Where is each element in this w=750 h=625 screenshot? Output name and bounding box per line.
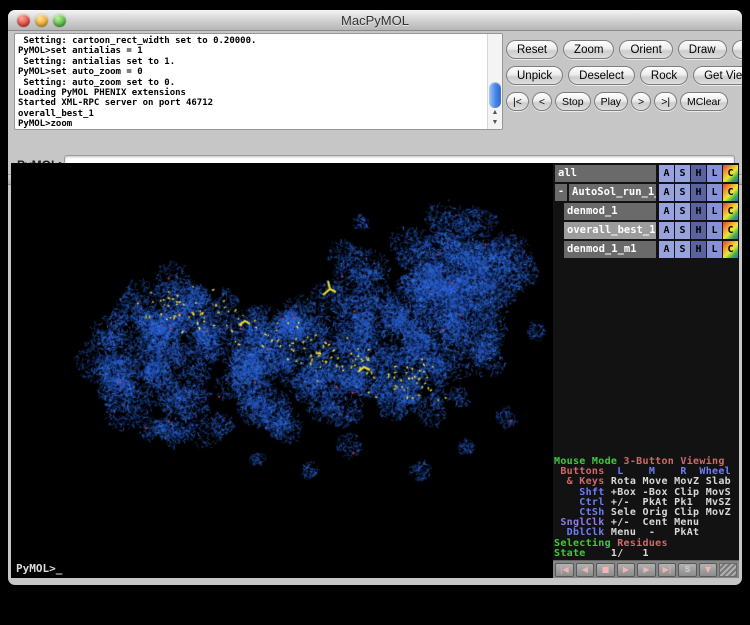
console-line: Started XML-RPC server on port 46712	[18, 98, 487, 108]
deselect-button[interactable]: Deselect	[568, 66, 635, 85]
rock-button[interactable]: Rock	[640, 66, 688, 85]
action-a-button[interactable]: A	[659, 184, 674, 201]
object-row-denmod_1_m1: denmod_1_m1ASHLC	[553, 240, 739, 258]
action-l-button[interactable]: L	[707, 165, 722, 182]
orient-button[interactable]: Orient	[619, 40, 672, 59]
title-bar[interactable]: MacPyMOL	[8, 10, 742, 31]
object-list: allASHLC-AutoSol_run_1_ASHLCdenmod_1ASHL…	[553, 164, 739, 259]
action-h-button[interactable]: H	[691, 165, 706, 182]
action-a-button[interactable]: A	[659, 165, 674, 182]
action-s-button[interactable]: S	[675, 222, 690, 239]
draw-button[interactable]: Draw	[678, 40, 727, 59]
object-name[interactable]: AutoSol_run_1_	[569, 184, 656, 201]
mouse-panel-text: State	[554, 548, 592, 559]
molecule-viewport[interactable]: PyMOL>_	[11, 163, 553, 578]
action-h-button[interactable]: H	[691, 184, 706, 201]
console-line: Setting: cartoon_rect_width set to 0.200…	[18, 36, 487, 46]
action-h-button[interactable]: H	[691, 203, 706, 220]
mouse-panel-text: 1/ 1	[592, 548, 649, 559]
macpymol-window: MacPyMOL Setting: cartoon_rect_width set…	[8, 10, 742, 585]
action-c-button[interactable]: C	[723, 222, 738, 239]
scrollbar-thumb[interactable]	[489, 82, 501, 108]
action-l-button[interactable]: L	[707, 222, 722, 239]
go-to-start-button[interactable]: |◀	[555, 563, 574, 577]
console-line: PyMOL>zoom	[18, 119, 487, 129]
action-h-button[interactable]: H	[691, 222, 706, 239]
console-line: Setting: auto_zoom set to 0.	[18, 78, 487, 88]
toolbar: ResetZoomOrientDrawRay UnpickDeselectRoc…	[506, 32, 738, 152]
unpick-button[interactable]: Unpick	[506, 66, 563, 85]
forward-button[interactable]: >	[631, 92, 651, 111]
console-output: Setting: cartoon_rect_width set to 0.200…	[14, 33, 503, 130]
object-row-overall_best_1: overall_best_1ASHLC	[553, 221, 739, 239]
screen: MacPyMOL Setting: cartoon_rect_width set…	[0, 0, 750, 625]
go-to-end-button[interactable]: ▶|	[658, 563, 677, 577]
console-line: Setting: antialias set to 1.	[18, 57, 487, 67]
action-l-button[interactable]: L	[707, 203, 722, 220]
mclear-button[interactable]: MClear	[680, 92, 728, 111]
action-a-button[interactable]: A	[659, 222, 674, 239]
down-button[interactable]: ▼	[699, 563, 718, 577]
action-l-button[interactable]: L	[707, 241, 722, 258]
mouse-panel-line: State 1/ 1	[554, 549, 739, 559]
console-line: overall_best_1	[18, 109, 487, 119]
action-l-button[interactable]: L	[707, 184, 722, 201]
toolbar-row-2: Unpick Deselect Rock Get View	[506, 66, 742, 85]
collapse-toggle[interactable]: -	[555, 184, 567, 201]
action-s-button[interactable]: S	[675, 241, 690, 258]
object-row-all: allASHLC	[553, 164, 739, 182]
play-button[interactable]: Play	[594, 92, 628, 111]
action-c-button[interactable]: C	[723, 184, 738, 201]
action-c-button[interactable]: C	[723, 165, 738, 182]
scroll-up-icon[interactable]: ▲	[488, 108, 502, 118]
object-row-AutoSol_run_1_: -AutoSol_run_1_ASHLC	[553, 183, 739, 201]
console-line: PyMOL>set antialias = 1	[18, 46, 487, 56]
action-s-button[interactable]: S	[675, 184, 690, 201]
toolbar-row-1: Reset Zoom Orient Draw Ray	[506, 40, 742, 59]
first-button[interactable]: |<	[506, 92, 529, 111]
object-name[interactable]: overall_best_1	[564, 222, 656, 239]
stop-button[interactable]: ■	[596, 563, 615, 577]
object-name[interactable]: all	[555, 165, 656, 182]
mouse-mode-panel[interactable]: Mouse Mode 3-Button Viewing Buttons L M …	[554, 457, 739, 559]
object-name[interactable]: denmod_1_m1	[564, 241, 656, 258]
action-s-button[interactable]: S	[675, 203, 690, 220]
action-c-button[interactable]: C	[723, 241, 738, 258]
density-mesh-render[interactable]	[11, 163, 553, 578]
action-h-button[interactable]: H	[691, 241, 706, 258]
get-view-button[interactable]: Get View	[693, 66, 742, 85]
play-button[interactable]: ▶	[617, 563, 636, 577]
back-button[interactable]: <	[532, 92, 552, 111]
console-scrollbar[interactable]: ▲ ▼	[487, 34, 502, 129]
console-line: Loading PyMOL PHENIX extensions	[18, 88, 487, 98]
upper-pane: Setting: cartoon_rect_width set to 0.200…	[8, 32, 742, 152]
viewport-prompt: PyMOL>_	[16, 562, 62, 575]
console-line: PyMOL>set auto_zoom = 0	[18, 67, 487, 77]
movie-control-bar: |◀◀■▶▶▶|S▼	[553, 560, 739, 578]
window-title: MacPyMOL	[8, 13, 742, 28]
object-control-panel: allASHLC-AutoSol_run_1_ASHLCdenmod_1ASHL…	[553, 163, 739, 578]
zoom-button[interactable]: Zoom	[563, 40, 614, 59]
main-region: PyMOL>_ allASHLC-AutoSol_run_1_ASHLCdenm…	[8, 163, 742, 578]
action-c-button[interactable]: C	[723, 203, 738, 220]
object-row-denmod_1: denmod_1ASHLC	[553, 202, 739, 220]
step-forward-button[interactable]: ▶	[637, 563, 656, 577]
toolbar-row-3: |<<StopPlay>>|MClear	[506, 92, 728, 111]
action-a-button[interactable]: A	[659, 203, 674, 220]
ray-button[interactable]: Ray	[732, 40, 742, 59]
last-button[interactable]: >|	[654, 92, 677, 111]
step-back-button[interactable]: ◀	[576, 563, 595, 577]
console-text: Setting: cartoon_rect_width set to 0.200…	[15, 34, 487, 129]
resize-grip-icon[interactable]	[719, 563, 737, 577]
scroll-down-icon[interactable]: ▼	[488, 118, 502, 128]
stop-button[interactable]: Stop	[555, 92, 591, 111]
object-name[interactable]: denmod_1	[564, 203, 656, 220]
reset-button[interactable]: Reset	[506, 40, 558, 59]
action-a-button[interactable]: A	[659, 241, 674, 258]
scene-button[interactable]: S	[678, 563, 697, 577]
action-s-button[interactable]: S	[675, 165, 690, 182]
